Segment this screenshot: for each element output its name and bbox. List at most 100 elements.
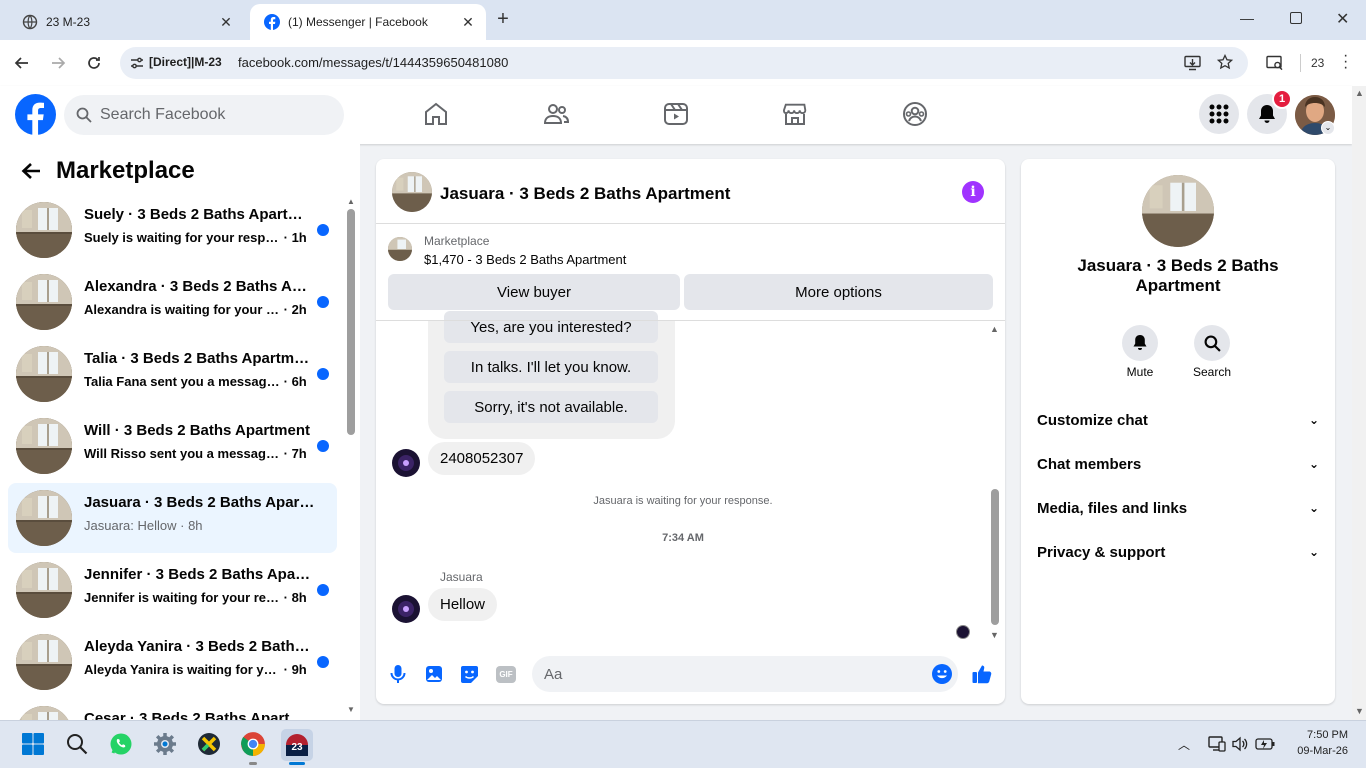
close-tab-icon[interactable]: ✕ [460, 14, 476, 31]
mute-button[interactable] [1122, 325, 1158, 361]
back-arrow-icon[interactable] [14, 55, 30, 71]
network-icon[interactable] [1208, 736, 1226, 752]
section-label: Chat members [1037, 455, 1142, 473]
facebook-search-input[interactable]: Search Facebook [64, 95, 344, 135]
conversation-name: Talia · 3 Beds 2 Baths Apartment [84, 350, 316, 367]
scrollbar-thumb[interactable] [991, 489, 999, 625]
new-tab-button[interactable]: + [492, 8, 514, 30]
separator: · [280, 302, 292, 317]
friends-icon[interactable] [543, 101, 569, 127]
settings-app[interactable] [150, 729, 180, 759]
unread-dot [317, 656, 329, 668]
site-chip[interactable]: [Direct]|M-23 [149, 55, 222, 69]
privacy-support-row[interactable]: Privacy & support ⌄ [1037, 532, 1319, 572]
sidebar-title: Marketplace [56, 157, 195, 184]
sender-avatar[interactable] [392, 449, 420, 477]
conversation-item[interactable]: Alexandra · 3 Beds 2 Baths Apartment Alex… [8, 267, 337, 337]
facebook-logo-icon[interactable] [15, 94, 56, 135]
video-icon[interactable] [663, 101, 689, 127]
conversation-item[interactable]: Cesar · 3 Beds 2 Baths Apartment [8, 699, 337, 720]
search-in-chat-button[interactable] [1194, 325, 1230, 361]
contact-avatar[interactable] [1142, 175, 1214, 247]
minimize-window-icon[interactable]: — [1240, 10, 1254, 26]
info-icon[interactable]: i [962, 181, 984, 203]
close-tab-icon[interactable]: ✕ [218, 14, 234, 31]
clock-date[interactable]: 09-Mar-26 [1282, 745, 1348, 757]
emoji-icon[interactable] [932, 664, 952, 684]
chat-avatar[interactable] [392, 172, 432, 212]
scroll-up-icon[interactable]: ▲ [347, 197, 355, 206]
conversation-item[interactable]: Talia · 3 Beds 2 Baths Apartment Talia Fa… [8, 339, 337, 409]
sticker-icon[interactable] [460, 665, 479, 684]
omnibox[interactable]: [Direct]|M-23 facebook.com/messages/t/14… [120, 47, 1248, 79]
chat-scrollbar[interactable]: ▲ ▼ [990, 324, 1000, 642]
start-button[interactable] [18, 729, 48, 759]
sender-avatar[interactable] [392, 595, 420, 623]
account-chevron-icon[interactable]: ⌄ [1321, 121, 1335, 135]
scroll-up-icon[interactable]: ▲ [1355, 88, 1364, 98]
battery-icon[interactable] [1255, 737, 1275, 751]
url-text[interactable]: facebook.com/messages/t/1444359650481080 [238, 55, 508, 70]
tab-search-icon[interactable] [1266, 55, 1284, 71]
bookmark-star-icon[interactable] [1217, 54, 1233, 70]
more-options-button[interactable]: More options [684, 274, 993, 310]
conversation-item[interactable]: Aleyda Yanira · 3 Beds 2 Baths Apartment… [8, 627, 337, 697]
profile-count[interactable]: 23 [1311, 56, 1324, 70]
message-input[interactable]: Aa [532, 656, 958, 692]
listing-price[interactable]: $1,470 - 3 Beds 2 Baths Apartment [424, 252, 626, 267]
snippet-text: Jennifer is waiting for your response. [84, 590, 280, 605]
microphone-icon[interactable] [390, 664, 406, 684]
scroll-down-icon[interactable]: ▼ [347, 705, 355, 714]
conversation-item[interactable]: Will · 3 Beds 2 Baths Apartment Will Riss… [8, 411, 337, 481]
listing-label: Marketplace [424, 234, 490, 248]
view-buyer-button[interactable]: View buyer [388, 274, 680, 310]
clock-time[interactable]: 7:50 PM [1282, 729, 1348, 741]
message-bubble[interactable]: 2408052307 [428, 442, 536, 475]
page-scrollbar[interactable]: ▲ ▼ [1352, 86, 1366, 720]
scrollbar-thumb[interactable] [347, 209, 355, 435]
home-icon[interactable] [423, 101, 449, 127]
quick-reply-button[interactable]: Yes, are you interested? [444, 311, 658, 343]
site-settings-icon[interactable] [130, 56, 144, 70]
pinned-app[interactable] [194, 729, 224, 759]
gif-icon[interactable]: GIF [496, 666, 516, 683]
volume-icon[interactable] [1232, 736, 1248, 752]
maximize-window-icon[interactable] [1290, 12, 1302, 24]
scroll-down-icon[interactable]: ▼ [1355, 706, 1364, 716]
show-hidden-icons[interactable]: ︿ [1178, 736, 1190, 753]
quick-reply-button[interactable]: In talks. I'll let you know. [444, 351, 658, 383]
back-arrow-icon[interactable] [21, 162, 41, 180]
message-bubble[interactable]: Hellow [428, 588, 498, 621]
browser-profile-app[interactable]: 23 [281, 729, 313, 761]
browser-menu-icon[interactable]: · · · [1343, 48, 1348, 76]
conversation-avatar [16, 346, 72, 402]
photo-icon[interactable] [425, 665, 443, 683]
chrome-app[interactable] [238, 729, 268, 759]
apps-grid-icon [1209, 104, 1229, 124]
scroll-up-icon[interactable]: ▲ [990, 324, 999, 334]
conversation-item[interactable]: Jasuara · 3 Beds 2 Baths Apartment Jasuar… [8, 483, 337, 553]
forward-arrow-icon[interactable] [50, 55, 66, 71]
install-app-icon[interactable] [1184, 55, 1201, 71]
groups-icon[interactable] [902, 101, 928, 127]
reload-icon[interactable] [86, 55, 102, 71]
conversation-item[interactable]: Jennifer · 3 Beds 2 Baths Apartment Jenni… [8, 555, 337, 625]
whatsapp-app[interactable] [106, 729, 136, 759]
conversation-item[interactable]: Suely · 3 Beds 2 Baths Apartment Suely is… [8, 195, 337, 265]
chat-members-row[interactable]: Chat members ⌄ [1037, 444, 1319, 484]
scroll-down-icon[interactable]: ▼ [990, 630, 999, 640]
listing-thumbnail[interactable] [388, 237, 412, 261]
menu-button[interactable] [1199, 94, 1239, 134]
taskbar-search[interactable] [62, 729, 92, 759]
customize-chat-row[interactable]: Customize chat ⌄ [1037, 400, 1319, 440]
close-window-icon[interactable]: ✕ [1336, 9, 1349, 29]
chat-title[interactable]: Jasuara · 3 Beds 2 Baths Apartment [440, 184, 730, 204]
marketplace-icon[interactable] [782, 101, 808, 127]
media-files-links-row[interactable]: Media, files and links ⌄ [1037, 488, 1319, 528]
browser-tab-active[interactable]: (1) Messenger | Facebook ✕ [250, 4, 486, 40]
thumbs-up-icon[interactable] [972, 664, 992, 684]
quick-reply-button[interactable]: Sorry, it's not available. [444, 391, 658, 423]
notification-badge: 1 [1272, 89, 1292, 109]
browser-tab[interactable]: 23 M-23 ✕ [8, 4, 244, 40]
sidebar-scrollbar[interactable]: ▲ ▼ [346, 197, 356, 714]
